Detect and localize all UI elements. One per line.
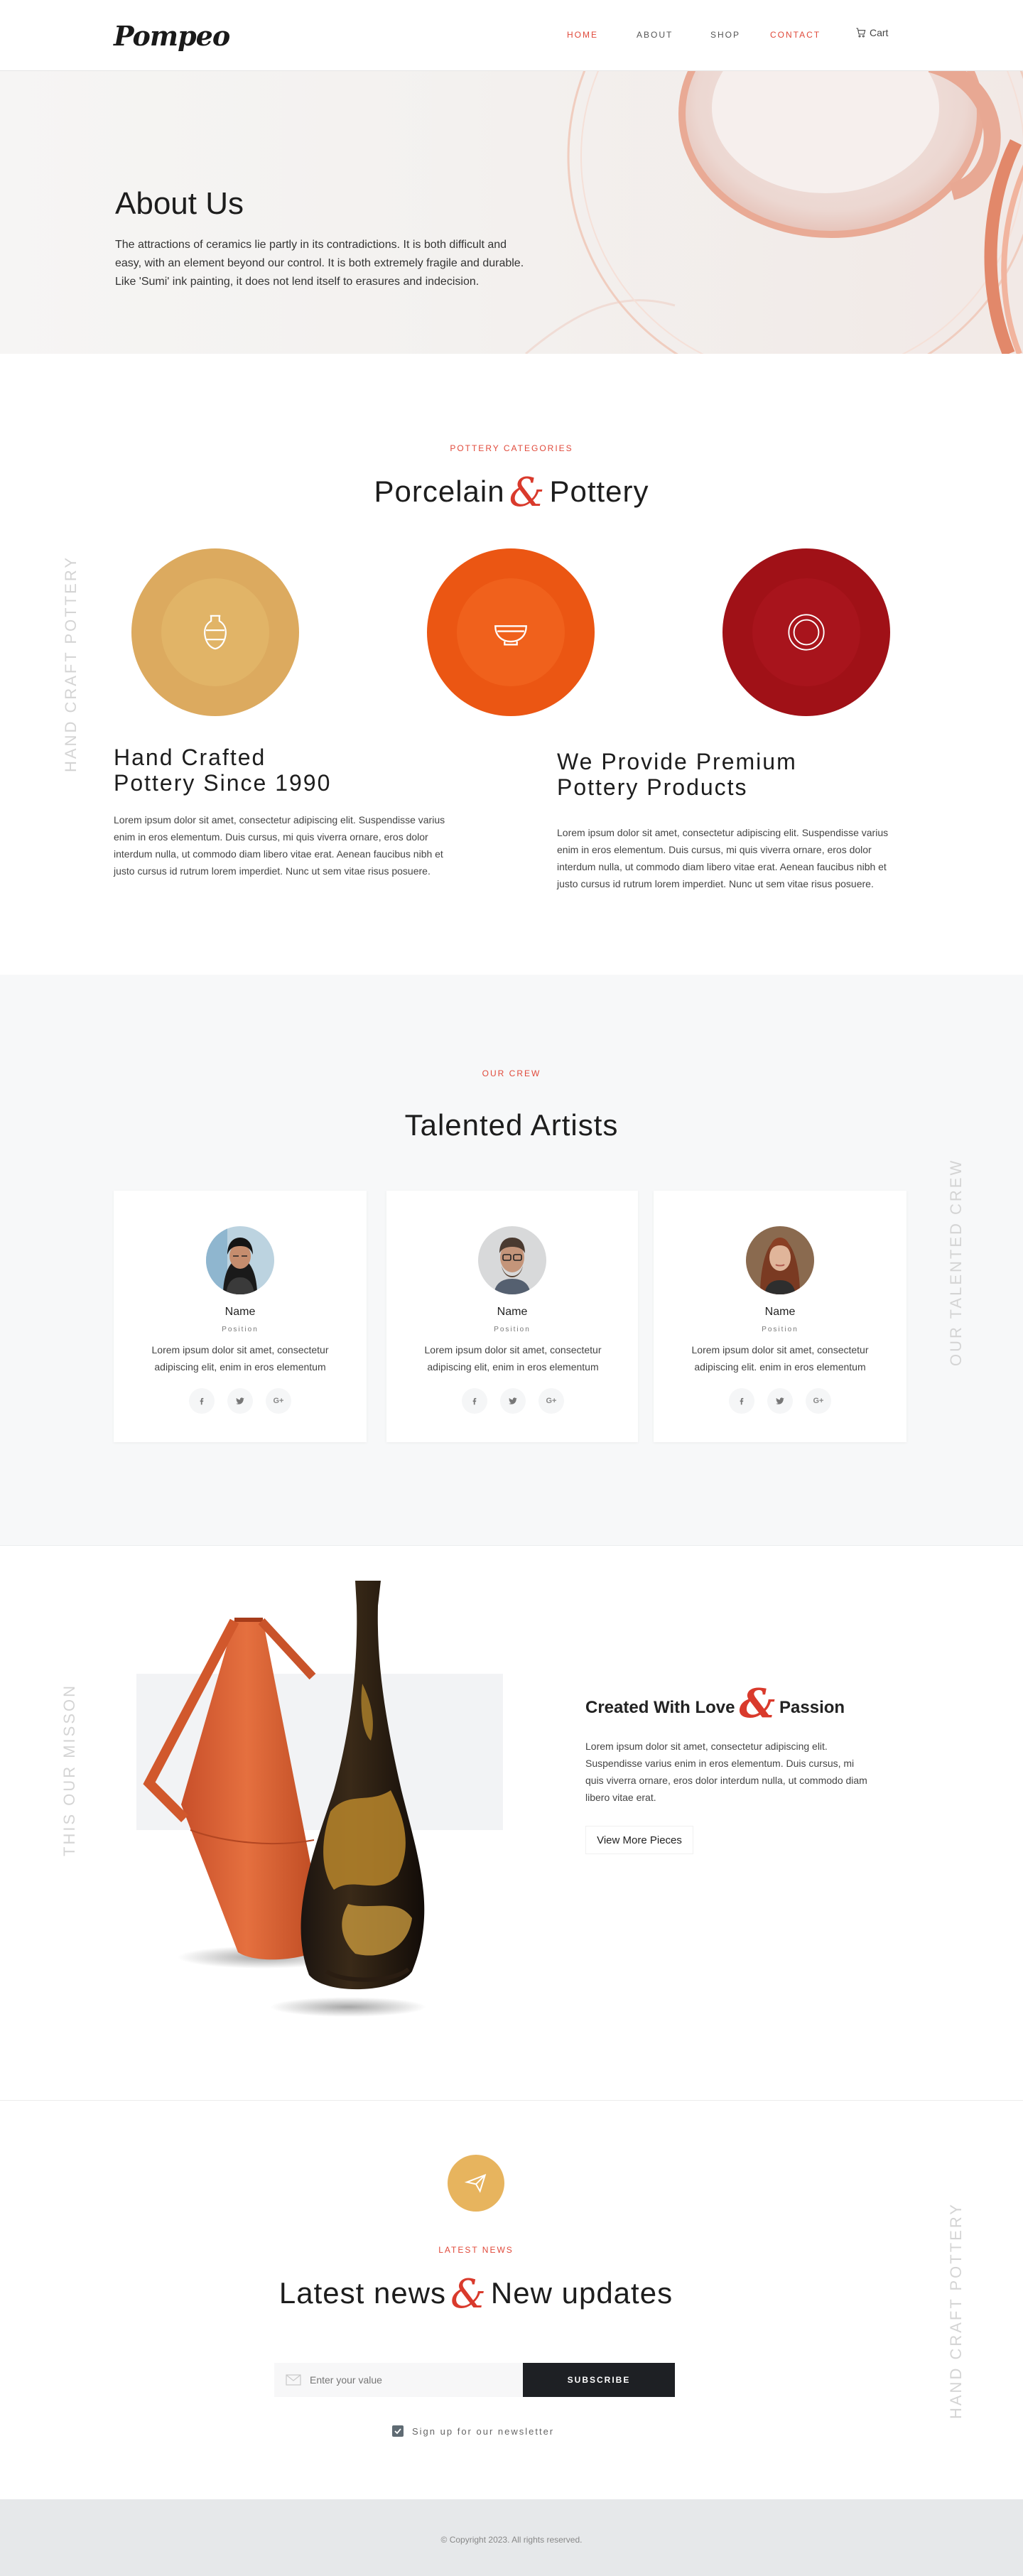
- block-2-text: Lorem ipsum dolor sit amet, consectetur …: [557, 827, 889, 889]
- newsletter-checkbox[interactable]: [392, 2425, 404, 2437]
- news-title-right: New updates: [490, 2276, 673, 2310]
- ampersand: &: [450, 2271, 487, 2317]
- categories-eyebrow: Pottery Categories: [450, 443, 573, 453]
- bowl-icon: [494, 625, 527, 646]
- cart-link[interactable]: Cart: [855, 27, 888, 38]
- site-header: Pompeo Home About Shop Contact Cart: [0, 0, 1023, 71]
- email-input[interactable]: [310, 2374, 509, 2386]
- mission-text: Lorem ipsum dolor sit amet, consectetur …: [585, 1741, 867, 1803]
- vase-icon: [204, 615, 227, 650]
- member-position: Position: [222, 1326, 259, 1333]
- checkmark-icon: [394, 2428, 401, 2435]
- avatar: [746, 1226, 814, 1294]
- nav-home[interactable]: Home: [567, 30, 598, 40]
- block-2-title-line2: Pottery Products: [557, 774, 748, 800]
- mission-title: Created With Love & Passion: [585, 1684, 845, 1723]
- member-name: Name: [224, 1306, 256, 1318]
- avatar: [206, 1226, 274, 1294]
- category-circle-plate[interactable]: [722, 548, 890, 716]
- side-label-hand-craft: Hand Craft Pottery: [62, 556, 80, 772]
- checkbox-label: Sign up for our newsletter: [412, 2425, 555, 2437]
- side-label-crew: Our Talented Crew: [947, 1158, 965, 1366]
- mission-title-right: Passion: [779, 1698, 845, 1717]
- facebook-icon[interactable]: [189, 1388, 215, 1414]
- subscribe-form: Subscribe: [274, 2363, 675, 2397]
- side-label-mission: This Our Misson: [60, 1683, 78, 1856]
- ampersand: &: [509, 470, 546, 516]
- google-plus-icon[interactable]: G+: [538, 1388, 564, 1414]
- site-footer: © Copyright 2023. All rights reserved.: [0, 2499, 1023, 2576]
- category-circle-vase[interactable]: [131, 548, 299, 716]
- block-2-title: We Provide Premium Pottery Products: [557, 749, 797, 800]
- copyright: © Copyright 2023. All rights reserved.: [440, 2535, 583, 2545]
- category-circle-bowl[interactable]: [427, 548, 595, 716]
- nav-contact[interactable]: Contact: [770, 30, 821, 40]
- block-1-title-line2: Pottery Since 1990: [114, 770, 332, 796]
- member-position: Position: [494, 1326, 531, 1333]
- mission-title-left: Created With Love: [585, 1698, 735, 1717]
- facebook-icon[interactable]: [462, 1388, 487, 1414]
- facebook-icon[interactable]: [729, 1388, 754, 1414]
- newsletter-badge: [448, 2155, 504, 2212]
- block-2-title-line1: We Provide Premium: [557, 749, 797, 774]
- categories-title-left: Porcelain: [374, 475, 505, 508]
- team-title: Talented Artists: [404, 1108, 619, 1142]
- block-1-text: Lorem ipsum dolor sit amet, consectetur …: [114, 814, 445, 877]
- cart-icon: [856, 28, 866, 38]
- news-title-left: Latest news: [278, 2276, 447, 2310]
- section-divider: [0, 2100, 1023, 2101]
- hero-banner: About Us The attractions of ceramics lie…: [0, 71, 1023, 354]
- twitter-icon[interactable]: [767, 1388, 793, 1414]
- categories-title-right: Pottery: [549, 475, 649, 508]
- twitter-icon[interactable]: [227, 1388, 253, 1414]
- nav-about[interactable]: About: [637, 30, 673, 40]
- google-plus-icon[interactable]: G+: [266, 1388, 291, 1414]
- google-plus-icon[interactable]: G+: [806, 1388, 831, 1414]
- team-card: Name Position Lorem ipsum dolor sit amet…: [386, 1191, 638, 1442]
- subscribe-button[interactable]: Subscribe: [523, 2363, 675, 2397]
- page-title: About Us: [115, 186, 244, 221]
- member-bio: Lorem ipsum dolor sit amet, consectetur …: [691, 1344, 869, 1373]
- vases-image: [143, 1581, 426, 2017]
- paper-plane-icon: [464, 2173, 487, 2193]
- hero-description: The attractions of ceramics lie partly i…: [115, 239, 524, 288]
- news-eyebrow: Latest News: [438, 2245, 514, 2255]
- twitter-icon[interactable]: [500, 1388, 526, 1414]
- member-name: Name: [497, 1306, 528, 1318]
- member-position: Position: [762, 1326, 799, 1333]
- block-1-title: Hand Crafted Pottery Since 1990: [114, 745, 331, 796]
- ampersand: &: [739, 1680, 776, 1727]
- team-card: Name Position Lorem ipsum dolor sit amet…: [114, 1191, 367, 1442]
- side-label-hand-craft-2: Hand Craft Pottery: [947, 2202, 965, 2419]
- email-field: [274, 2363, 523, 2397]
- view-more-button[interactable]: View More Pieces: [585, 1826, 693, 1854]
- member-bio: Lorem ipsum dolor sit amet, consectetur …: [151, 1344, 329, 1373]
- hero-ceramics-image: [525, 71, 1023, 354]
- team-eyebrow: Our Crew: [482, 1068, 541, 1078]
- mail-icon: [286, 2374, 301, 2386]
- news-title: Latest news & New updates: [156, 2275, 796, 2315]
- team-card: Name Position Lorem ipsum dolor sit amet…: [654, 1191, 906, 1442]
- plate-icon: [788, 614, 825, 651]
- nav-shop[interactable]: Shop: [710, 30, 740, 40]
- member-bio: Lorem ipsum dolor sit amet, consectetur …: [424, 1344, 602, 1373]
- cart-label: Cart: [870, 27, 889, 38]
- member-name: Name: [764, 1306, 796, 1318]
- avatar: [478, 1226, 546, 1294]
- categories-title: Porcelain & Pottery: [192, 473, 831, 513]
- logo[interactable]: Pompeo: [114, 20, 230, 52]
- newsletter-checkbox-row[interactable]: Sign up for our newsletter: [392, 2425, 554, 2437]
- block-1-title-line1: Hand Crafted: [114, 745, 266, 770]
